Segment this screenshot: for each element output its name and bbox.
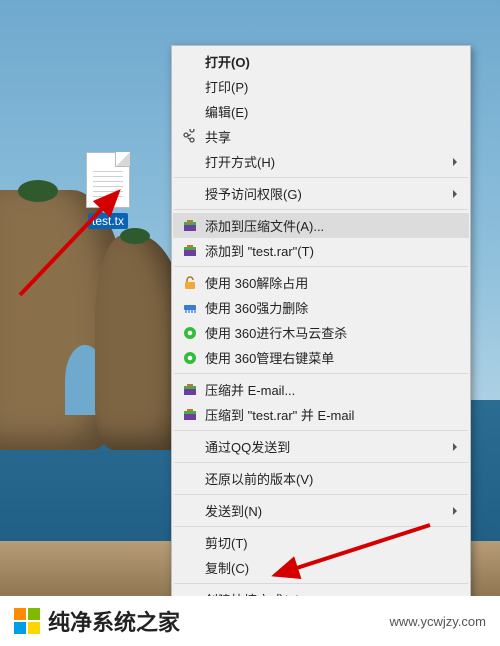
menu-send-to[interactable]: 发送到(N)	[173, 498, 469, 523]
menu-separator	[174, 266, 468, 267]
winrar-icon	[179, 381, 201, 399]
menu-edit[interactable]: 编辑(E)	[173, 99, 469, 124]
unlock-icon	[179, 274, 201, 292]
site-name: 纯净系统之家	[48, 605, 180, 637]
menu-separator	[174, 583, 468, 584]
menu-360-trojan-scan[interactable]: 使用 360进行木马云查杀	[173, 320, 469, 345]
menu-separator	[174, 373, 468, 374]
360-icon	[179, 349, 201, 367]
site-url: www.ycwjzy.com	[389, 614, 486, 629]
watermark-footer: 纯净系统之家 www.ycwjzy.com	[0, 596, 500, 646]
winrar-icon	[179, 242, 201, 260]
360-icon	[179, 324, 201, 342]
menu-restore-versions[interactable]: 还原以前的版本(V)	[173, 466, 469, 491]
menu-share[interactable]: 共享	[173, 124, 469, 149]
winrar-icon	[179, 217, 201, 235]
menu-separator	[174, 430, 468, 431]
shredder-icon	[179, 299, 201, 317]
menu-add-to-archive[interactable]: 添加到压缩文件(A)...	[173, 213, 469, 238]
menu-copy[interactable]: 复制(C)	[173, 555, 469, 580]
share-icon	[179, 128, 201, 146]
menu-separator	[174, 526, 468, 527]
file-label: test.tx	[88, 213, 128, 229]
desktop-file-test[interactable]: test.tx	[72, 152, 144, 230]
menu-separator	[174, 462, 468, 463]
menu-separator	[174, 494, 468, 495]
menu-qq-send[interactable]: 通过QQ发送到	[173, 434, 469, 459]
menu-cut[interactable]: 剪切(T)	[173, 530, 469, 555]
menu-add-to-testrar[interactable]: 添加到 "test.rar"(T)	[173, 238, 469, 263]
wallpaper-bush	[18, 180, 58, 202]
menu-print[interactable]: 打印(P)	[173, 74, 469, 99]
menu-open-with[interactable]: 打开方式(H)	[173, 149, 469, 174]
site-logo-icon	[14, 608, 40, 634]
desktop: test.tx 打开(O) 打印(P) 编辑(E) 共享 打开方式(H) 授予访…	[0, 0, 500, 646]
menu-separator	[174, 209, 468, 210]
menu-360-unlock[interactable]: 使用 360解除占用	[173, 270, 469, 295]
menu-open[interactable]: 打开(O)	[173, 49, 469, 74]
winrar-icon	[179, 406, 201, 424]
file-icon	[86, 152, 130, 208]
menu-separator	[174, 177, 468, 178]
menu-360-force-delete[interactable]: 使用 360强力删除	[173, 295, 469, 320]
menu-compress-testrar-email[interactable]: 压缩到 "test.rar" 并 E-mail	[173, 402, 469, 427]
menu-compress-email[interactable]: 压缩并 E-mail...	[173, 377, 469, 402]
menu-grant-access[interactable]: 授予访问权限(G)	[173, 181, 469, 206]
menu-360-manage-menu[interactable]: 使用 360管理右键菜单	[173, 345, 469, 370]
context-menu: 打开(O) 打印(P) 编辑(E) 共享 打开方式(H) 授予访问权限(G) 添…	[171, 45, 471, 646]
wallpaper-bush	[120, 228, 150, 244]
